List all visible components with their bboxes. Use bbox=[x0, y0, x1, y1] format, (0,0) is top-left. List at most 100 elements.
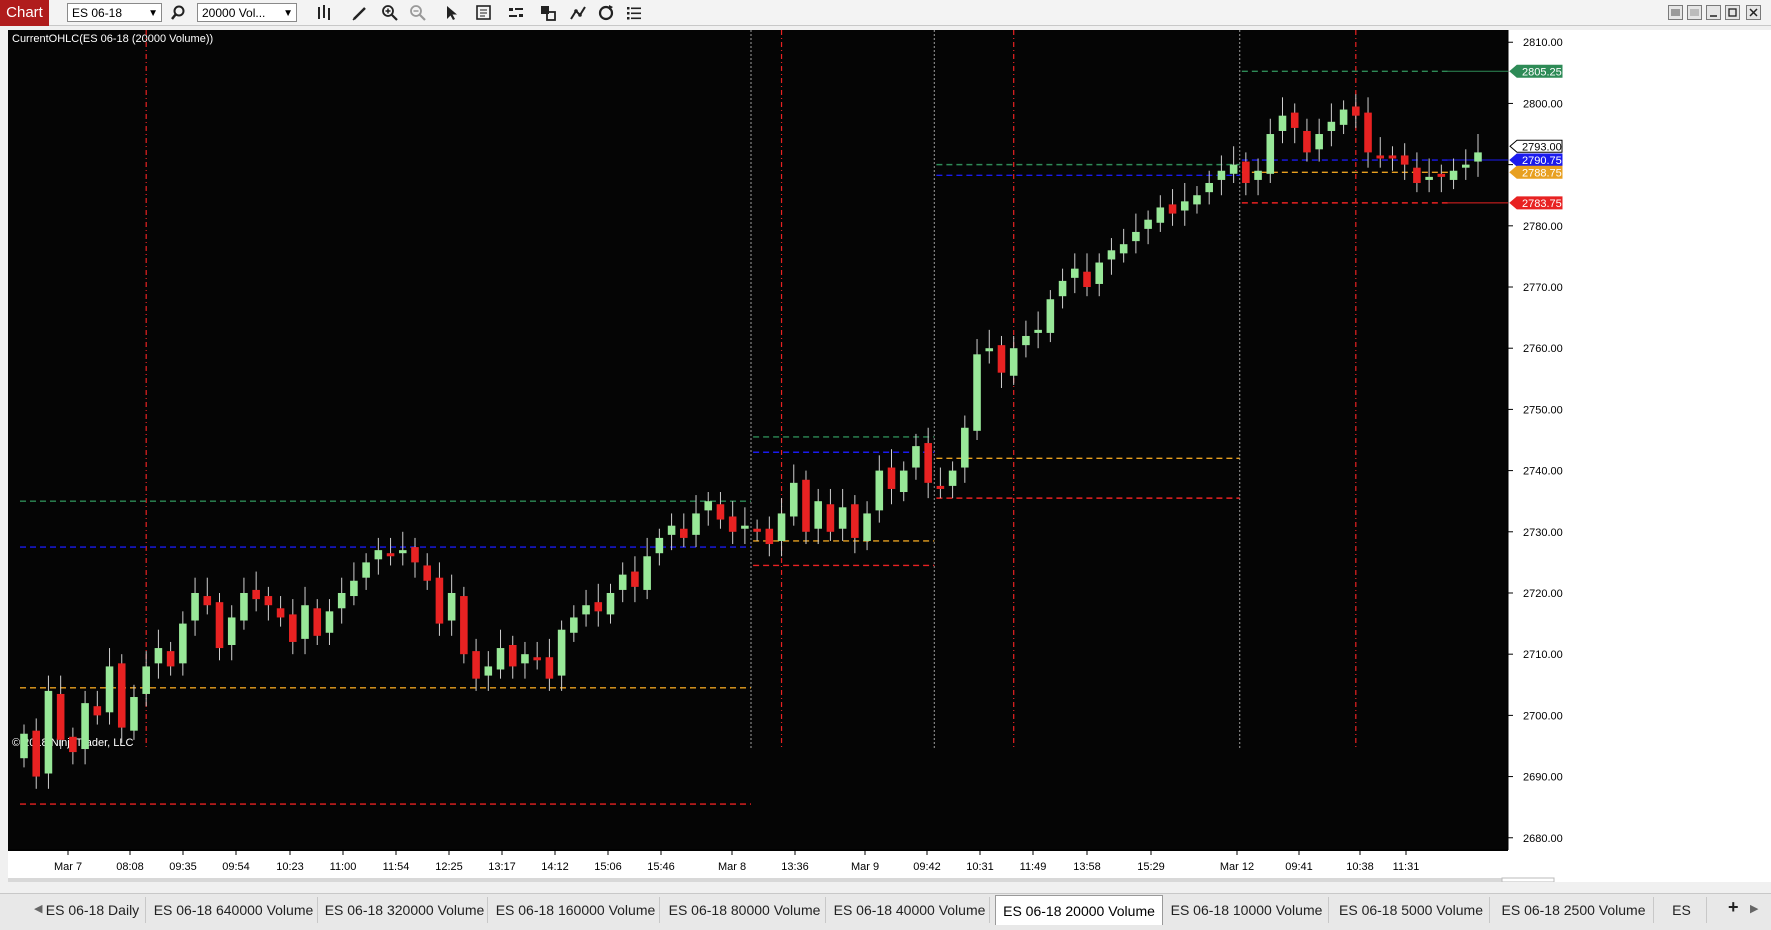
zoom-out-icon[interactable] bbox=[408, 3, 428, 23]
price-tick-label: 2700.00 bbox=[1523, 710, 1563, 722]
chart-canvas[interactable]: CurrentOHLC(ES 06-18 (20000 Volume))© 20… bbox=[8, 30, 1771, 882]
minimize-icon[interactable] bbox=[1706, 5, 1721, 20]
time-tick-label: 10:31 bbox=[966, 861, 994, 873]
close-icon[interactable] bbox=[1746, 5, 1761, 20]
data-box-icon[interactable] bbox=[474, 3, 494, 23]
time-tick-label: 12:25 bbox=[435, 861, 463, 873]
tab-1[interactable]: ES 06-18 640000 Volume bbox=[150, 897, 318, 923]
candle-body bbox=[203, 596, 212, 606]
candle-body bbox=[1046, 299, 1055, 333]
price-flag-label: 2805.25 bbox=[1522, 66, 1562, 78]
tab-8[interactable]: ES 06-18 5000 Volume bbox=[1333, 897, 1490, 923]
candle-body bbox=[692, 513, 700, 535]
indicator-label: CurrentOHLC(ES 06-18 (20000 Volume)) bbox=[12, 33, 213, 45]
tab-7[interactable]: ES 06-18 10000 Volume bbox=[1165, 897, 1329, 923]
candle-body bbox=[69, 736, 77, 753]
candle-body bbox=[533, 657, 541, 661]
candle-body bbox=[777, 513, 786, 541]
templates-icon[interactable] bbox=[538, 3, 558, 23]
price-flag-label: 2783.75 bbox=[1522, 198, 1562, 210]
tab-0[interactable]: ES 06-18 Daily bbox=[40, 897, 146, 923]
price-tick-label: 2710.00 bbox=[1523, 649, 1563, 661]
bar-type-icon[interactable] bbox=[314, 3, 334, 23]
add-tab-icon[interactable]: + bbox=[1728, 897, 1739, 918]
candle-body bbox=[93, 706, 102, 716]
candle-body bbox=[398, 550, 407, 554]
candle-body bbox=[1119, 244, 1128, 254]
list-icon[interactable] bbox=[624, 3, 644, 23]
tab-2[interactable]: ES 06-18 320000 Volume bbox=[322, 897, 488, 923]
time-tick-label: 09:42 bbox=[913, 861, 941, 873]
price-tick-label: 2750.00 bbox=[1523, 404, 1563, 416]
candle-body bbox=[447, 592, 456, 621]
price-chart[interactable]: CurrentOHLC(ES 06-18 (20000 Volume))© 20… bbox=[8, 30, 1771, 882]
price-flag-label: 2793.00 bbox=[1522, 141, 1562, 153]
candle-body bbox=[863, 513, 871, 541]
candle-body bbox=[838, 507, 847, 529]
period-selector[interactable]: 20000 Vol... ▼ bbox=[197, 3, 297, 22]
candle-body bbox=[1144, 219, 1152, 229]
candle-body bbox=[1071, 268, 1079, 278]
time-tick-label: 09:54 bbox=[222, 861, 250, 873]
instrument-selector[interactable]: ES 06-18 ▼ bbox=[67, 3, 162, 22]
price-tick-label: 2760.00 bbox=[1523, 343, 1563, 355]
time-tick-label: Mar 9 bbox=[851, 861, 879, 873]
time-tick-label: Mar 8 bbox=[718, 861, 746, 873]
candle-body bbox=[814, 501, 822, 529]
tab-10[interactable]: ES bbox=[1657, 897, 1707, 923]
time-tick-label: 15:06 bbox=[594, 861, 622, 873]
candle-body bbox=[1327, 121, 1336, 131]
price-tick-label: 2780.00 bbox=[1523, 221, 1563, 233]
candle-body bbox=[716, 504, 725, 520]
tab-5[interactable]: ES 06-18 40000 Volume bbox=[830, 897, 990, 923]
candle-body bbox=[1474, 152, 1482, 162]
candle-body bbox=[276, 608, 285, 618]
tab-4[interactable]: ES 06-18 80000 Volume bbox=[664, 897, 826, 923]
maximize-icon[interactable] bbox=[1725, 5, 1740, 20]
cursor-arrow-icon[interactable] bbox=[442, 3, 462, 23]
tab-3[interactable]: ES 06-18 160000 Volume bbox=[492, 897, 660, 923]
reload-icon[interactable] bbox=[596, 3, 616, 23]
candle-body bbox=[912, 446, 920, 468]
candle-body bbox=[948, 470, 957, 486]
candle-body bbox=[1242, 161, 1250, 183]
chart-menu-button[interactable]: Chart bbox=[0, 0, 49, 26]
minimize-window-icon[interactable] bbox=[1687, 5, 1702, 20]
candle-body bbox=[374, 550, 383, 560]
scrollbar-thumb bbox=[1501, 877, 1555, 882]
price-flag-label: 2790.75 bbox=[1522, 155, 1562, 167]
chart-toolbar: Chart ES 06-18 ▼ 20000 Vol... ▼ bbox=[0, 0, 1771, 26]
time-tick-label: 11:54 bbox=[383, 861, 410, 873]
pencil-icon[interactable] bbox=[350, 3, 370, 23]
price-tick-label: 2800.00 bbox=[1523, 98, 1563, 110]
plot-background bbox=[8, 30, 1508, 882]
tab-scroll-right-icon[interactable]: ▶ bbox=[1750, 902, 1758, 915]
candle-body bbox=[667, 525, 676, 535]
strategies-icon[interactable] bbox=[568, 3, 588, 23]
candle-body bbox=[753, 528, 761, 532]
time-tick-label: 11:49 bbox=[1020, 861, 1047, 873]
candle-body bbox=[1168, 204, 1177, 214]
candle-body bbox=[1107, 250, 1116, 260]
zoom-in-icon[interactable] bbox=[380, 3, 400, 23]
candle-body bbox=[875, 470, 884, 511]
tile-window-icon[interactable] bbox=[1668, 5, 1683, 20]
candle-body bbox=[1083, 271, 1091, 288]
search-icon[interactable] bbox=[168, 3, 188, 23]
time-tick-label: 11:00 bbox=[330, 861, 357, 873]
time-tick-label: 09:41 bbox=[1285, 861, 1313, 873]
candle-body bbox=[643, 556, 651, 590]
candle-body bbox=[1229, 164, 1238, 174]
tab-9[interactable]: ES 06-18 2500 Volume bbox=[1494, 897, 1654, 923]
price-tick-label: 2690.00 bbox=[1523, 772, 1563, 784]
properties-icon[interactable] bbox=[506, 3, 526, 23]
candle-body bbox=[1217, 170, 1226, 180]
candle-body bbox=[1303, 130, 1311, 153]
candle-body bbox=[215, 602, 224, 649]
tab-6[interactable]: ES 06-18 20000 Volume bbox=[995, 895, 1163, 925]
candle-body bbox=[20, 733, 28, 759]
time-tick-label: 10:38 bbox=[1346, 861, 1374, 873]
candle-body bbox=[1437, 173, 1446, 177]
candle-body bbox=[411, 547, 419, 563]
price-tick-label: 2730.00 bbox=[1523, 527, 1563, 539]
